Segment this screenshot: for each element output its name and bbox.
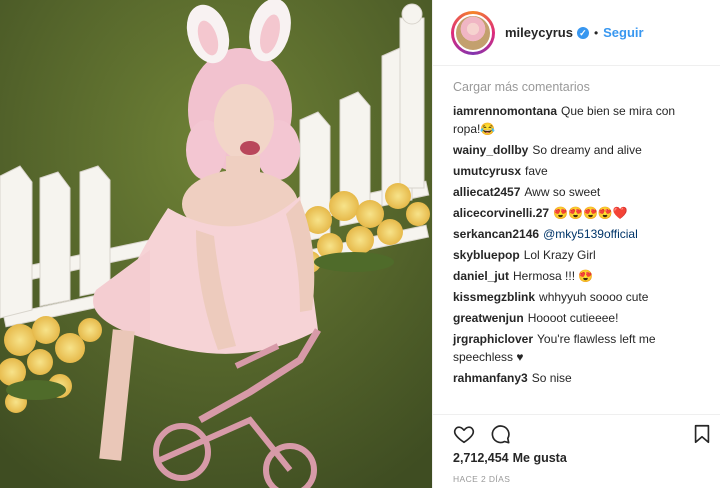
comment-text: 😍😍😍😍❤️ (553, 206, 628, 220)
comment-username[interactable]: daniel_jut (453, 269, 509, 283)
comment-item: wainy_dollby So dreamy and alive (453, 141, 702, 159)
comment-text: Hoooot cutieeee! (527, 311, 619, 325)
comment-text: fave (525, 164, 548, 178)
comment-text: So dreamy and alive (532, 143, 642, 157)
comment-username[interactable]: greatwenjun (453, 311, 524, 325)
likes-label: Me gusta (512, 451, 567, 465)
comment-username[interactable]: rahmanfany3 (453, 371, 528, 385)
likes-count[interactable]: 2,712,454 Me gusta (453, 451, 567, 465)
bookmark-icon[interactable] (691, 423, 713, 445)
comment-text: whhyyuh soooo cute (539, 290, 649, 304)
post-sidebar: mileycyrus ✓ • Seguir Cargar más comenta… (432, 0, 720, 488)
comment-username[interactable]: alicecorvinelli.27 (453, 206, 549, 220)
comment-mention-link[interactable]: @mky5139official (543, 227, 638, 241)
heart-icon[interactable] (453, 423, 475, 445)
comment-item: serkancan2146 @mky5139official (453, 225, 702, 243)
comment-item: iamrennomontana Que bien se mira con ropa… (453, 102, 702, 138)
comment-text: Hermosa !!! 😍 (513, 269, 594, 283)
action-bar (433, 414, 720, 452)
comment-icon[interactable] (489, 423, 511, 445)
comment-text: Aww so sweet (524, 185, 601, 199)
avatar[interactable] (451, 10, 495, 55)
comment-item: alliecat2457 Aww so sweet (453, 183, 702, 201)
comment-username[interactable]: jrgraphiclover (453, 332, 533, 346)
comment-username[interactable]: umutcyrusx (453, 164, 521, 178)
comment-username[interactable]: alliecat2457 (453, 185, 520, 199)
verified-badge-icon: ✓ (576, 26, 589, 39)
comment-item: umutcyrusx fave (453, 162, 702, 180)
comment-username[interactable]: wainy_dollby (453, 143, 528, 157)
comment-item: skybluepop Lol Krazy Girl (453, 246, 702, 264)
avatar-image (454, 13, 492, 52)
comment-username[interactable]: serkancan2146 (453, 227, 539, 241)
post-photo[interactable] (0, 0, 432, 488)
comment-item: kissmegzblink whhyyuh soooo cute (453, 288, 702, 306)
comment-username[interactable]: kissmegzblink (453, 290, 535, 304)
post-timestamp[interactable]: HACE 2 DÍAS (453, 474, 510, 484)
post-header: mileycyrus ✓ • Seguir (433, 0, 720, 66)
follow-button[interactable]: Seguir (603, 25, 643, 40)
comment-item: alicecorvinelli.27 😍😍😍😍❤️ (453, 204, 702, 222)
comments-list[interactable]: Cargar más comentarios iamrennomontana Qu… (433, 66, 720, 390)
likes-number: 2,712,454 (453, 451, 509, 465)
comment-text: So nise (531, 371, 572, 385)
comment-item: jrgraphiclover You're flawless left me sp… (453, 330, 702, 366)
load-more-comments-link[interactable]: Cargar más comentarios (453, 80, 702, 94)
comment-text: Lol Krazy Girl (523, 248, 596, 262)
comment-item: daniel_jut Hermosa !!! 😍 (453, 267, 702, 285)
post-image (0, 0, 432, 488)
post-author-username[interactable]: mileycyrus (505, 25, 573, 40)
comment-username[interactable]: iamrennomontana (453, 104, 557, 118)
comment-item: rahmanfany3 So nise (453, 369, 702, 387)
comment-username[interactable]: skybluepop (453, 248, 520, 262)
header-separator: • (593, 25, 599, 40)
comment-item: greatwenjun Hoooot cutieeee! (453, 309, 702, 327)
